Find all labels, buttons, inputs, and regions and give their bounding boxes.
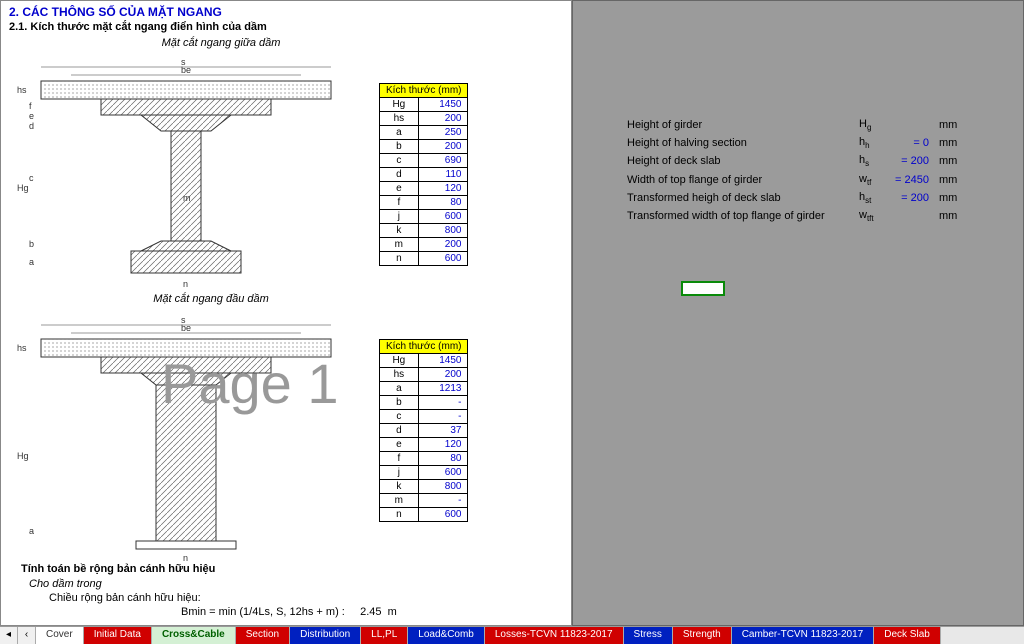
calc-subtitle: Cho dầm trong <box>21 577 397 591</box>
tab-nav-prev[interactable]: ‹ <box>18 627 36 644</box>
cross-section-diagram-mid: s be hs fed Hg c ba n m <box>11 51 361 291</box>
table-row: hs200 <box>380 112 468 126</box>
svg-text:a: a <box>29 257 34 267</box>
table-row: e120 <box>380 438 468 452</box>
caption-mid: Mặt cắt ngang giữa dầm <box>121 35 321 51</box>
svg-text:f: f <box>29 101 32 111</box>
svg-text:c: c <box>29 173 34 183</box>
table-row: k800 <box>380 480 468 494</box>
left-document-panel: 2. CÁC THÔNG SỐ CỦA MẶT NGANG 2.1. Kích … <box>0 0 572 626</box>
svg-text:m: m <box>183 193 191 203</box>
tab-deck-slab[interactable]: Deck Slab <box>874 627 941 644</box>
table-row: j600 <box>380 210 468 224</box>
section-heading-2: 2. CÁC THÔNG SỐ CỦA MẶT NGANG <box>1 1 571 21</box>
param-row: Width of top flange of girderwtf= 2450mm <box>623 172 965 188</box>
table-row: hs200 <box>380 368 468 382</box>
tab-distribution[interactable]: Distribution <box>290 627 361 644</box>
table-row: c690 <box>380 154 468 168</box>
svg-text:be: be <box>181 323 191 333</box>
calc-block: Tính toán bề rộng bản cánh hữu hiệu Cho … <box>21 561 397 619</box>
svg-text:Hg: Hg <box>17 183 29 193</box>
dimension-table-end: Kích thước (mm) Hg1450hs200a1213b-c-d37e… <box>379 339 468 522</box>
table-row: f80 <box>380 452 468 466</box>
tab-losses-tcvn-11823-2017[interactable]: Losses-TCVN 11823-2017 <box>485 627 624 644</box>
tab-stress[interactable]: Stress <box>624 627 673 644</box>
table-row: n600 <box>380 252 468 266</box>
table-header: Kích thước (mm) <box>380 84 468 98</box>
calc-formula: Bmin = min (1/4Ls, S, 12hs + m) : <box>181 606 345 618</box>
table-row: f80 <box>380 196 468 210</box>
sheet-tabs: ◂ ‹ CoverInitial DataCross&CableSectionD… <box>0 626 1024 644</box>
table-row: d110 <box>380 168 468 182</box>
svg-text:Hg: Hg <box>17 451 29 461</box>
param-row: Height of girderHg mm <box>623 117 965 133</box>
cross-section-diagram-end: s be hs Hg a n <box>11 309 361 567</box>
svg-text:e: e <box>29 111 34 121</box>
parameters-table: Height of girderHg mm Height of halving s… <box>621 115 967 226</box>
table-row: n600 <box>380 508 468 522</box>
table-row: b- <box>380 396 468 410</box>
param-row: Height of halving sectionhh= 0mm <box>623 135 965 151</box>
calc-formula-row: Bmin = min (1/4Ls, S, 12hs + m) : 2.45 m <box>21 605 397 619</box>
table-row: Hg1450 <box>380 354 468 368</box>
dimension-table-mid: Kích thước (mm) Hg1450hs200a250b200c690d… <box>379 83 468 266</box>
calc-title: Tính toán bề rộng bản cánh hữu hiệu <box>21 561 397 577</box>
svg-text:hs: hs <box>17 343 27 353</box>
right-spreadsheet-panel[interactable]: Height of girderHg mm Height of halving s… <box>572 0 1024 626</box>
selected-cell[interactable] <box>681 281 725 296</box>
svg-text:hs: hs <box>17 85 27 95</box>
table-header-2: Kích thước (mm) <box>380 340 468 354</box>
table-row: c- <box>380 410 468 424</box>
calc-label: Chiều rộng bản cánh hữu hiệu: <box>21 591 397 605</box>
tab-cross-cable[interactable]: Cross&Cable <box>152 627 236 644</box>
param-row: Height of deck slabhs= 200mm <box>623 153 965 169</box>
calc-formula-value: 2.45 <box>360 606 381 618</box>
calc-formula-unit: m <box>388 606 397 618</box>
table-row: b200 <box>380 140 468 154</box>
table-row: m- <box>380 494 468 508</box>
table-row: a1213 <box>380 382 468 396</box>
param-row: Transformed width of top flange of girde… <box>623 208 965 224</box>
svg-text:b: b <box>29 239 34 249</box>
param-row: Transformed heigh of deck slabhst= 200mm <box>623 190 965 206</box>
tab-ll-pl[interactable]: LL,PL <box>361 627 408 644</box>
svg-text:d: d <box>29 121 34 131</box>
tab-section[interactable]: Section <box>236 627 290 644</box>
table-row: k800 <box>380 224 468 238</box>
table-row: e120 <box>380 182 468 196</box>
table-row: m200 <box>380 238 468 252</box>
svg-text:be: be <box>181 65 191 75</box>
table-row: Hg1450 <box>380 98 468 112</box>
tab-cover[interactable]: Cover <box>36 627 84 644</box>
tab-camber-tcvn-11823-2017[interactable]: Camber-TCVN 11823-2017 <box>732 627 875 644</box>
svg-text:a: a <box>29 526 34 536</box>
tab-load-comb[interactable]: Load&Comb <box>408 627 485 644</box>
svg-text:n: n <box>183 279 188 289</box>
tab-strength[interactable]: Strength <box>673 627 732 644</box>
table-row: a250 <box>380 126 468 140</box>
table-row: j600 <box>380 466 468 480</box>
caption-end: Mặt cắt ngang đầu dầm <box>111 291 311 307</box>
tab-initial-data[interactable]: Initial Data <box>84 627 152 644</box>
section-heading-2-1: 2.1. Kích thước mặt cắt ngang điển hình … <box>1 21 571 35</box>
tab-nav-first[interactable]: ◂ <box>0 627 18 644</box>
table-row: d37 <box>380 424 468 438</box>
